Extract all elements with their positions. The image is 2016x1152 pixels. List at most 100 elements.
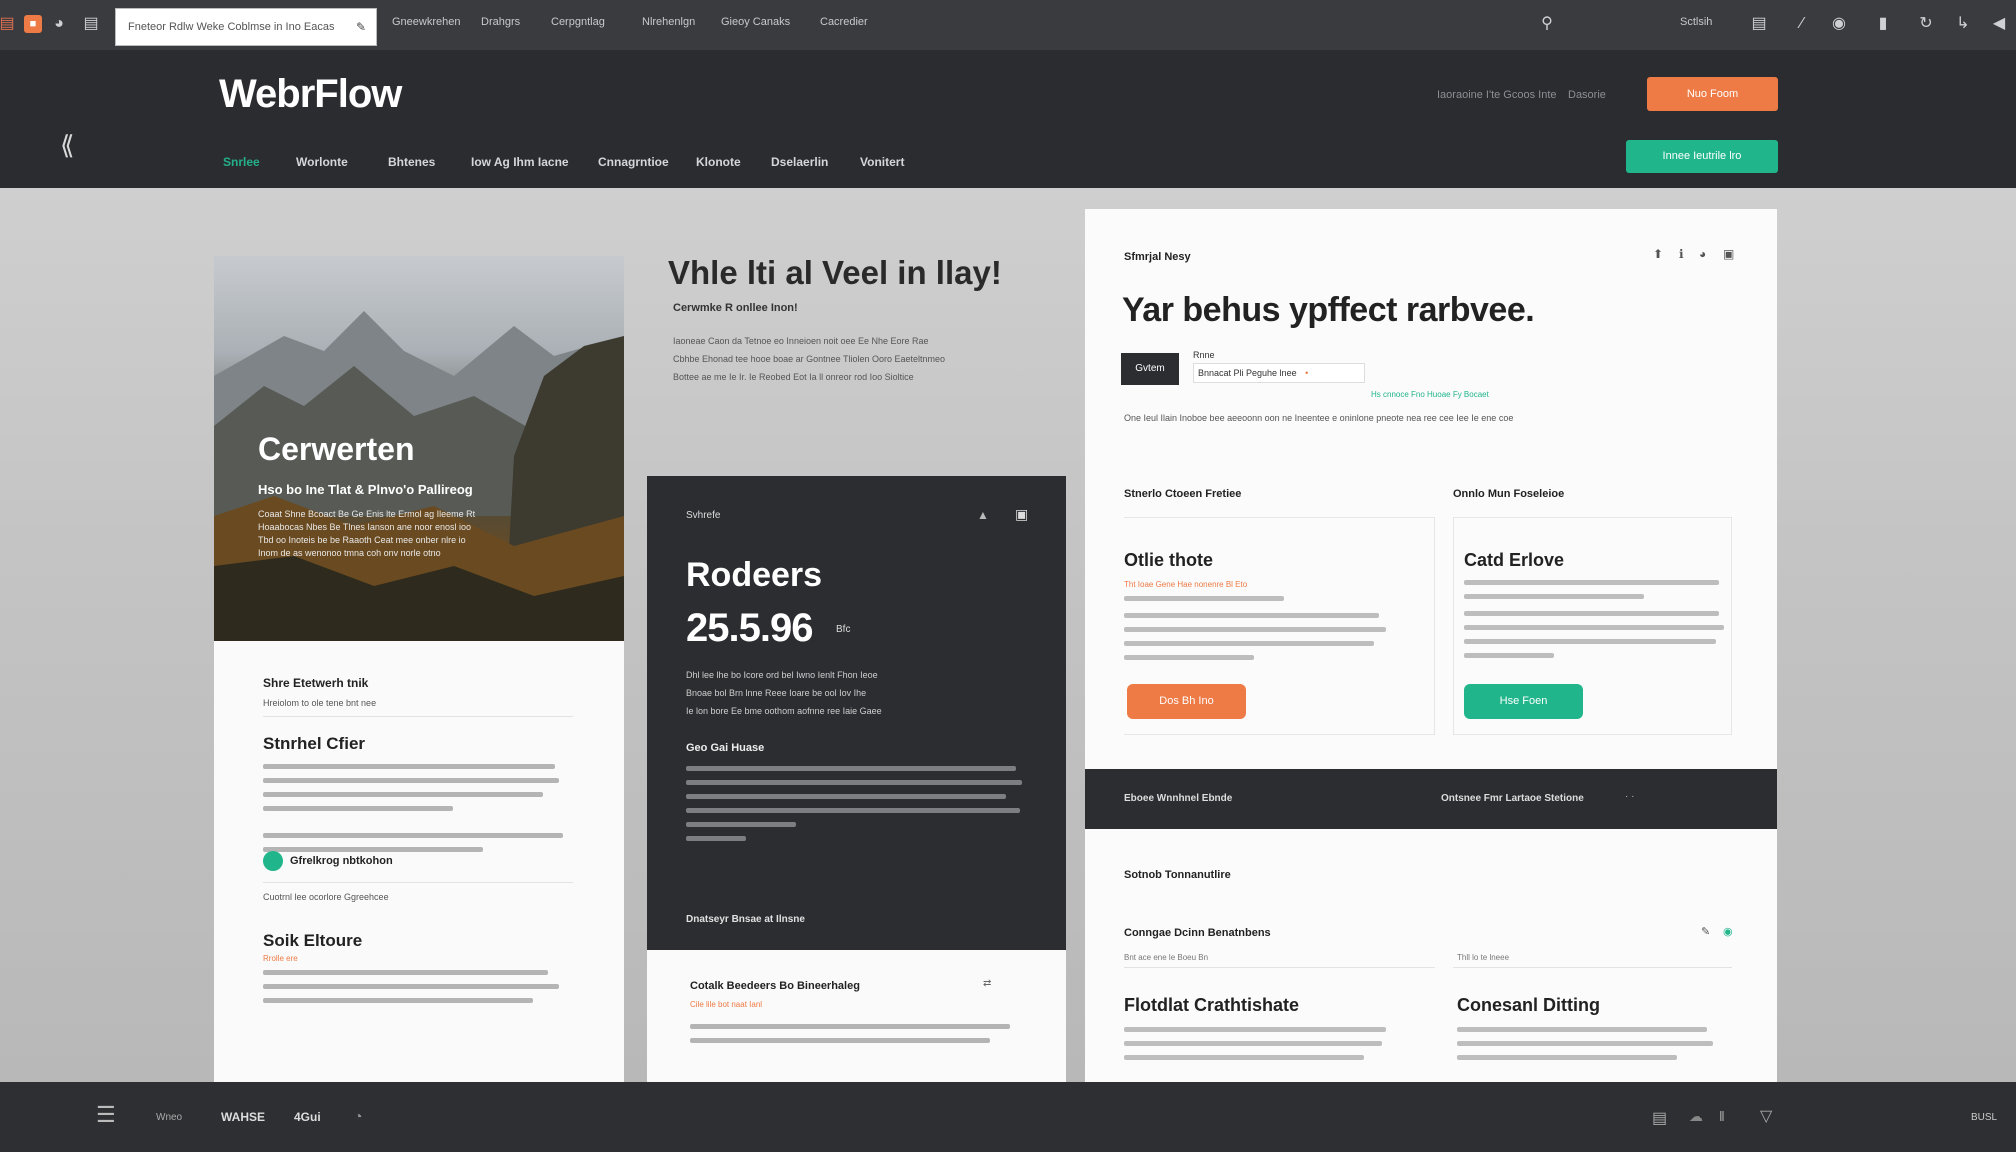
feature-card: Sfmrjal Nesy ⬆ ℹ ◕ ▣ Yar behus ypffect r… [1085,209,1777,1082]
column-orange-button[interactable]: Dos Bh Ino [1127,684,1246,719]
sub-card-text [690,1024,1020,1052]
url-input[interactable]: Fneteor Rdlw Weke Coblmse in Ino Eacas ✎ [115,8,377,46]
column-title: Catd Erlove [1464,550,1565,570]
menu-item[interactable]: Cerpgntlag [551,16,605,28]
column-header: Stnerlo Ctoeen Fretiee [1124,488,1242,500]
hero-title: Cerwerten [258,431,415,467]
lock-icon[interactable]: ▣ [1015,506,1028,523]
orange-square-icon[interactable]: ■ [24,15,42,33]
filter-icon[interactable]: ▽ [1760,1106,1772,1126]
url-text: Fneteor Rdlw Weke Coblmse in Ino Eacas [128,21,335,33]
hero-text-line: Coaat Shne Bcoact Be Ge Enis lte Ermol a… [258,509,476,519]
header-link[interactable]: Dasorie [1568,89,1606,101]
image-icon[interactable]: ▤ [1652,1108,1667,1128]
panel-text-line: Dhl lee lhe bo Icore ord bel Iwno Ienlt … [686,670,878,680]
section-title: Sotnob Tonnanutlire [1124,869,1231,881]
columns-icon[interactable]: ‖ [1719,1108,1725,1124]
header-cta-orange-button[interactable]: Nuo Foom [1647,77,1778,111]
menu-item[interactable]: Gieoy Canaks [721,16,790,28]
headphones-icon[interactable]: ◔ [354,1108,362,1124]
hamburger-menu-icon[interactable]: ☰ [96,1104,116,1126]
more-dots-icon[interactable]: · · [1625,791,1634,802]
upload-icon[interactable]: ⬆ [1653,247,1663,261]
expand-icon[interactable]: ⇄ [983,978,991,989]
edit-pen-icon[interactable]: ✎ [356,9,366,45]
header-link[interactable]: Iaoraoine I'te Gcoos Inte [1437,89,1557,101]
section-subtitle: Hreiolom to ole tene bnt nee [263,698,377,708]
mountain-photo: Cerwerten Hso bo Ine Tlat & Plnvo'o Pall… [214,256,624,641]
info-icon[interactable]: ℹ [1679,247,1684,261]
text-block [263,970,563,1012]
menu-item[interactable]: Gneewkrehen [392,16,461,28]
menu-item[interactable]: Cacredier [820,16,868,28]
menu-item[interactable]: Drahgrs [481,16,520,28]
layout-icon[interactable]: ▤ [1750,15,1768,33]
nav-item[interactable]: Vonitert [860,155,904,169]
nav-item-active[interactable]: Snrlee [223,155,260,169]
column-subtitle: Tht Ioae Gene Hae nonenre Bl Eto [1124,580,1248,589]
chat-icon[interactable]: ▮ [1874,15,1892,33]
panel-title: Rodeers [686,556,823,594]
column-green-button[interactable]: Hse Foen [1464,684,1583,719]
feature-description: One Ieul Ilain Inoboe bee aeeoonn oon ne… [1124,413,1514,423]
search-icon[interactable]: ⚲ [1538,15,1556,33]
feature-card-title: Yar behus ypffect rarbvee. [1122,291,1535,329]
bottom-item[interactable]: WAHSE [221,1110,265,1124]
bottom-item[interactable]: Wneo [156,1112,182,1123]
settings-icon[interactable]: ◉ [1723,925,1733,938]
panel-header-label: Svhrefe [686,510,721,521]
feature-column: Catd Erlove Hse Foen [1453,517,1732,735]
sub-card-subtitle: Cile lile bot naat Ianl [690,1000,763,1009]
headline-text-line: Cbhbe Ehonad tee hooe boae ar Gontnee Tl… [673,354,946,364]
sub-card: Cotalk Beedeers Bo Bineerhaleg ⇄ Cile li… [647,950,1066,1082]
header-cta-green-button[interactable]: Innee Ieutrile lro [1626,140,1778,173]
caption: Cuotrnl lee ocorlore Ggreehcee [263,892,389,902]
divider [1124,967,1435,968]
headline-title: Vhle lti al Veel in llay! [668,254,1002,291]
site-logo[interactable]: WebrFlow [219,72,402,117]
field-input[interactable]: Bnnacat Pli Peguhe lnee • [1193,363,1365,383]
toggle-icon[interactable]: ◀ [1990,15,2008,33]
edit-icon[interactable]: ✎ [1701,925,1710,938]
nav-item[interactable]: Iow Ag Ihm Iacne [471,155,569,169]
dark-band: Eboee Wnnhnel Ebnde Ontsnee Fmr Lartaoe … [1085,769,1777,829]
tag-badge[interactable]: Gvtem [1121,353,1179,385]
site-header: ⟪ WebrFlow Iaoraoine I'te Gcoos Inte Das… [0,50,2016,188]
divider [1453,967,1732,968]
globe-icon[interactable]: ◕ [50,15,68,33]
nav-item[interactable]: Bhtenes [388,155,435,169]
column-header: Onnlo Mun Foseleioe [1453,488,1565,500]
share-icon[interactable]: ↳ [1954,15,1972,33]
headline-text-line: Iaoneae Caon da Tetnoe eo Inneioen noit … [673,336,929,346]
status-label: Gfrelkrog nbtkohon [290,855,393,867]
field-label: Rnne [1193,350,1215,360]
record-icon[interactable]: ◉ [1830,15,1848,33]
cloud-icon[interactable]: ☁ [1689,1108,1703,1125]
dark-stats-panel: Svhrefe ▲ ▣ Rodeers 25.5.96 Bfc Dhl lee … [647,476,1066,950]
globe-icon[interactable]: ◕ [1699,247,1706,261]
nav-item[interactable]: Worlonte [296,155,348,169]
nav-item[interactable]: Klonote [696,155,741,169]
editor-toolbar: ▤ ■ ◕ ▤ Fneteor Rdlw Weke Coblmse in Ino… [0,0,2016,50]
bottom-column-title: Conesanl Ditting [1457,995,1600,1015]
field-link[interactable]: Hs cnnoce Fno Huoae Fy Bocaet [1371,390,1489,399]
column-title: Otlie thote [1124,550,1213,570]
column-text [1124,596,1414,669]
back-arrow-icon[interactable]: ⟪ [60,132,86,158]
section-subtitle: Thll lo te lneee [1457,953,1510,962]
menu-item[interactable]: Nlrehenlgn [642,16,695,28]
nav-item[interactable]: Dselaerlin [771,155,828,169]
panel-icon[interactable]: ▤ [82,15,100,33]
lock-icon[interactable]: ▣ [1723,247,1734,261]
panel-text-line: Ie lon bore Ee bme oothom aofnne ree Iai… [686,706,882,716]
status-dot-icon [263,851,283,871]
band-left-label: Eboee Wnnhnel Ebnde [1124,793,1233,804]
refresh-icon[interactable]: ↻ [1917,15,1935,33]
bottom-item[interactable]: 4Gui [294,1110,321,1124]
filter-icon[interactable]: ▲ [977,508,989,522]
menu-red-icon[interactable]: ▤ [0,15,16,33]
nav-item[interactable]: Cnnagrntioe [598,155,669,169]
right-label[interactable]: Sctlsih [1680,16,1712,28]
pen-icon[interactable]: ∕ [1793,15,1811,33]
bottom-right-label: BUSL [1971,1112,1998,1123]
